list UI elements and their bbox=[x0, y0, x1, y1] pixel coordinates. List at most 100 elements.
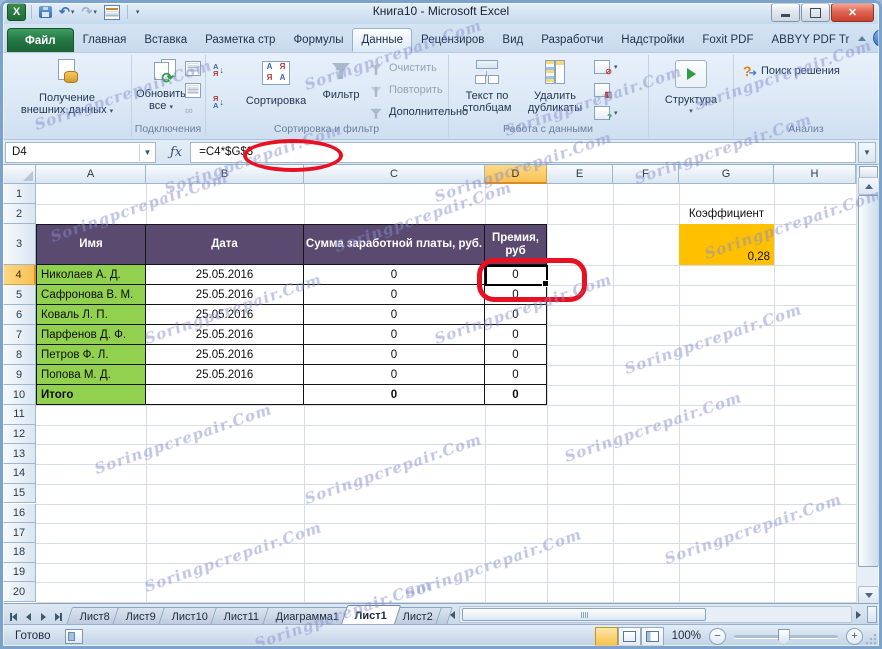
cell-salary-row6[interactable]: 0 bbox=[304, 305, 485, 325]
next-sheet-button[interactable] bbox=[37, 610, 50, 623]
tab-Рецензиров[interactable]: Рецензиров bbox=[412, 28, 493, 52]
tab-Вид[interactable]: Вид bbox=[493, 28, 532, 52]
macro-record-icon[interactable] bbox=[65, 629, 83, 644]
selected-cell-D4[interactable] bbox=[485, 265, 548, 286]
row-header-18[interactable]: 18 bbox=[3, 543, 36, 563]
reapply-filter-button[interactable]: Повторить bbox=[367, 84, 443, 96]
column-header-H[interactable]: H bbox=[774, 165, 856, 184]
minimize-button[interactable] bbox=[771, 3, 800, 22]
cell-total-date[interactable] bbox=[146, 385, 304, 405]
cell-name-row5[interactable]: Сафронова В. М. bbox=[36, 285, 146, 305]
select-all-corner[interactable] bbox=[3, 165, 36, 184]
zoom-slider-thumb[interactable] bbox=[778, 629, 790, 645]
what-if-analysis-button[interactable]: ?▾ bbox=[594, 106, 618, 120]
column-header-D[interactable]: D bbox=[485, 165, 547, 184]
tab-Данные[interactable]: Данные bbox=[352, 28, 412, 52]
cell-date-row6[interactable]: 25.05.2016 bbox=[146, 305, 304, 325]
sheet-tab-Лист1[interactable]: Лист1 bbox=[341, 605, 402, 625]
row-header-19[interactable]: 19 bbox=[3, 563, 36, 583]
tab-Разметка стр[interactable]: Разметка стр bbox=[196, 28, 284, 52]
cell-date-row4[interactable]: 25.05.2016 bbox=[146, 265, 304, 285]
scroll-up-button[interactable] bbox=[858, 177, 879, 195]
table-header-date[interactable]: Дата bbox=[146, 224, 304, 265]
cell-date-row8[interactable]: 25.05.2016 bbox=[146, 345, 304, 365]
row-header-17[interactable]: 17 bbox=[3, 523, 36, 543]
sheet-tab-Диаграмма1[interactable]: Диаграмма1 bbox=[262, 607, 353, 625]
cell-salary-row4[interactable]: 0 bbox=[304, 265, 485, 285]
outline-button[interactable]: Структура ▾ bbox=[660, 60, 722, 118]
remove-duplicates-button[interactable]: Удалить дубликаты bbox=[522, 60, 588, 114]
tab-Foxit PDF[interactable]: Foxit PDF bbox=[693, 28, 762, 52]
refresh-all-button[interactable]: ⟳ Обновить все ▾ bbox=[135, 59, 187, 114]
tab-ABBYY PDF Tr[interactable]: ABBYY PDF Tr bbox=[763, 28, 859, 52]
page-break-view-button[interactable] bbox=[641, 627, 664, 646]
horizontal-scrollbar[interactable] bbox=[459, 606, 852, 623]
vertical-scroll-thumb[interactable] bbox=[858, 195, 879, 567]
cell-name-row8[interactable]: Петров Ф. Л. bbox=[36, 345, 146, 365]
row-header-3[interactable]: 3 bbox=[3, 224, 36, 265]
cell-name-row9[interactable]: Попова М. Д. bbox=[36, 365, 146, 385]
data-validation-button[interactable]: ⊘▾ bbox=[594, 60, 618, 74]
row-header-12[interactable]: 12 bbox=[3, 425, 36, 445]
horizontal-scroll-thumb[interactable] bbox=[462, 608, 706, 621]
cell-name-row6[interactable]: Коваль Л. П. bbox=[36, 305, 146, 325]
row-header-15[interactable]: 15 bbox=[3, 484, 36, 504]
restore-button[interactable] bbox=[801, 3, 830, 22]
edit-connections-button[interactable] bbox=[185, 83, 201, 98]
get-external-data-button[interactable]: Получение внешних данных ▾ bbox=[13, 59, 121, 118]
row-header-1[interactable]: 1 bbox=[3, 184, 36, 204]
cell-total-label[interactable]: Итого bbox=[36, 385, 146, 405]
close-button[interactable]: ✕ bbox=[831, 3, 874, 22]
sort-ascending-button[interactable]: АЯ↓ bbox=[213, 63, 224, 77]
scroll-right-button[interactable] bbox=[852, 607, 865, 622]
cell-bonus-row7[interactable]: 0 bbox=[485, 325, 547, 345]
text-to-columns-button[interactable]: ↓ Текст по столбцам bbox=[456, 60, 518, 114]
tab-Главная[interactable]: Главная bbox=[74, 28, 136, 52]
row-header-20[interactable]: 20 bbox=[3, 582, 36, 602]
cell-date-row5[interactable]: 25.05.2016 bbox=[146, 285, 304, 305]
edit-links-button[interactable]: ∞ bbox=[185, 105, 193, 117]
row-header-14[interactable]: 14 bbox=[3, 464, 36, 484]
zoom-slider[interactable] bbox=[734, 635, 838, 638]
zoom-in-button[interactable]: + bbox=[846, 628, 863, 645]
cell-name-row7[interactable]: Парфенов Д. Ф. bbox=[36, 325, 146, 345]
column-header-B[interactable]: B bbox=[146, 165, 304, 184]
fill-handle[interactable] bbox=[542, 280, 549, 287]
prev-sheet-button[interactable] bbox=[22, 610, 35, 623]
collapse-ribbon-icon[interactable] bbox=[858, 36, 866, 41]
table-header-name[interactable]: Имя bbox=[36, 224, 146, 265]
expand-formula-bar-button[interactable]: ▼ bbox=[858, 142, 876, 163]
cell-total-salary[interactable]: 0 bbox=[304, 385, 485, 405]
tab-Разработчи[interactable]: Разработчи bbox=[532, 28, 612, 52]
first-sheet-button[interactable] bbox=[7, 610, 20, 623]
cell-salary-row8[interactable]: 0 bbox=[304, 345, 485, 365]
normal-view-button[interactable] bbox=[595, 627, 618, 646]
page-layout-view-button[interactable] bbox=[618, 627, 641, 646]
worksheet-grid[interactable]: ABCDEFGH1234567891011121314151617181920К… bbox=[3, 165, 879, 603]
sort-dialog-button[interactable]: АЯЯА Сортировка bbox=[237, 61, 315, 107]
cell-salary-row7[interactable]: 0 bbox=[304, 325, 485, 345]
table-header-bonus[interactable]: Премия, руб bbox=[485, 224, 547, 265]
last-sheet-button[interactable] bbox=[52, 610, 65, 623]
consolidate-button[interactable]: ◧ bbox=[594, 83, 610, 97]
column-header-A[interactable]: A bbox=[36, 165, 146, 184]
row-header-6[interactable]: 6 bbox=[3, 305, 36, 325]
tab-Надстройки[interactable]: Надстройки bbox=[612, 28, 693, 52]
name-box-dropdown-icon[interactable]: ▼ bbox=[139, 144, 155, 161]
tab-Вставка[interactable]: Вставка bbox=[135, 28, 196, 52]
row-header-7[interactable]: 7 bbox=[3, 325, 36, 345]
column-header-F[interactable]: F bbox=[613, 165, 679, 184]
help-icon[interactable]: ? bbox=[873, 29, 882, 47]
insert-function-icon[interactable]: ƒx bbox=[170, 145, 182, 160]
cell-salary-row5[interactable]: 0 bbox=[304, 285, 485, 305]
connection-properties-button[interactable] bbox=[185, 61, 201, 76]
cell-date-row7[interactable]: 25.05.2016 bbox=[146, 325, 304, 345]
cell-bonus-row9[interactable]: 0 bbox=[485, 365, 547, 385]
tab-Формулы[interactable]: Формулы bbox=[284, 28, 352, 52]
resize-grip[interactable] bbox=[865, 633, 877, 645]
cell-bonus-row5[interactable]: 0 bbox=[485, 285, 547, 305]
vertical-scrollbar[interactable] bbox=[856, 165, 878, 603]
coefficient-label-cell[interactable]: Коэффициент bbox=[679, 204, 774, 224]
row-header-4[interactable]: 4 bbox=[3, 265, 36, 285]
column-header-C[interactable]: C bbox=[304, 165, 485, 184]
